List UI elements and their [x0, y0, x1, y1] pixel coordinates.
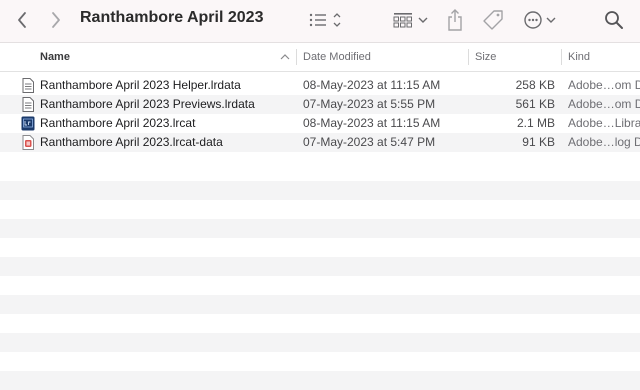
column-name-header[interactable]: Name [40, 43, 294, 71]
forward-button[interactable] [44, 8, 68, 32]
file-kind: Adobe…Libra [568, 116, 640, 130]
share-icon [448, 9, 462, 31]
file-size: 561 KB [515, 97, 555, 111]
toolbar: Ranthambore April 2023 [0, 0, 640, 43]
file-kind: Adobe…om D [568, 78, 640, 92]
sort-ascending-icon [280, 54, 290, 60]
file-name: Ranthambore April 2023 Previews.lrdata [40, 97, 255, 111]
share-button[interactable] [444, 6, 466, 34]
lrcat-data-icon [22, 135, 34, 150]
view-options-button[interactable] [306, 8, 346, 32]
column-size-header[interactable]: Size [475, 43, 555, 71]
empty-list-area[interactable] [0, 162, 640, 390]
tag-icon [483, 10, 503, 30]
column-divider[interactable] [468, 49, 469, 65]
column-header: Name Date Modified Size Kind [0, 43, 640, 72]
column-divider[interactable] [296, 49, 297, 65]
column-kind-header[interactable]: Kind [568, 43, 640, 71]
more-actions-icon [524, 11, 556, 29]
file-kind: Adobe…om D [568, 97, 640, 111]
file-row[interactable]: Ranthambore April 2023 Helper.lrdata 08-… [0, 76, 640, 95]
file-date: 08-May-2023 at 11:15 AM [303, 116, 441, 130]
chevron-left-icon [18, 12, 26, 28]
search-icon [605, 11, 623, 29]
document-icon [22, 78, 34, 93]
back-button[interactable] [10, 8, 34, 32]
file-row[interactable]: Ranthambore April 2023.lrcat 08-May-2023… [0, 114, 640, 133]
file-name: Ranthambore April 2023.lrcat [40, 116, 196, 130]
window-title: Ranthambore April 2023 [80, 9, 264, 26]
search-button[interactable] [602, 8, 626, 32]
file-date: 07-May-2023 at 5:47 PM [303, 135, 436, 149]
document-icon [22, 97, 34, 112]
file-list: Ranthambore April 2023 Helper.lrdata 08-… [0, 76, 640, 152]
action-menu-button[interactable] [523, 8, 559, 32]
file-date: 07-May-2023 at 5:55 PM [303, 97, 436, 111]
file-size: 91 KB [522, 135, 555, 149]
file-date: 08-May-2023 at 11:15 AM [303, 78, 441, 92]
lightroom-catalog-icon [21, 116, 35, 131]
file-size: 2.1 MB [516, 116, 555, 130]
file-name: Ranthambore April 2023 Helper.lrdata [40, 78, 241, 92]
chevron-right-icon [52, 12, 60, 28]
tag-button[interactable] [481, 8, 505, 32]
group-grid-icon [393, 13, 428, 28]
column-date-header[interactable]: Date Modified [303, 43, 467, 71]
file-row[interactable]: Ranthambore April 2023.lrcat-data 07-May… [0, 133, 640, 152]
file-kind: Adobe…log D [568, 135, 640, 149]
column-divider[interactable] [561, 49, 562, 65]
file-name: Ranthambore April 2023.lrcat-data [40, 135, 223, 149]
file-size: 258 KB [515, 78, 555, 92]
list-view-icon [309, 13, 341, 27]
file-row[interactable]: Ranthambore April 2023 Previews.lrdata 0… [0, 95, 640, 114]
group-by-button[interactable] [392, 8, 432, 32]
